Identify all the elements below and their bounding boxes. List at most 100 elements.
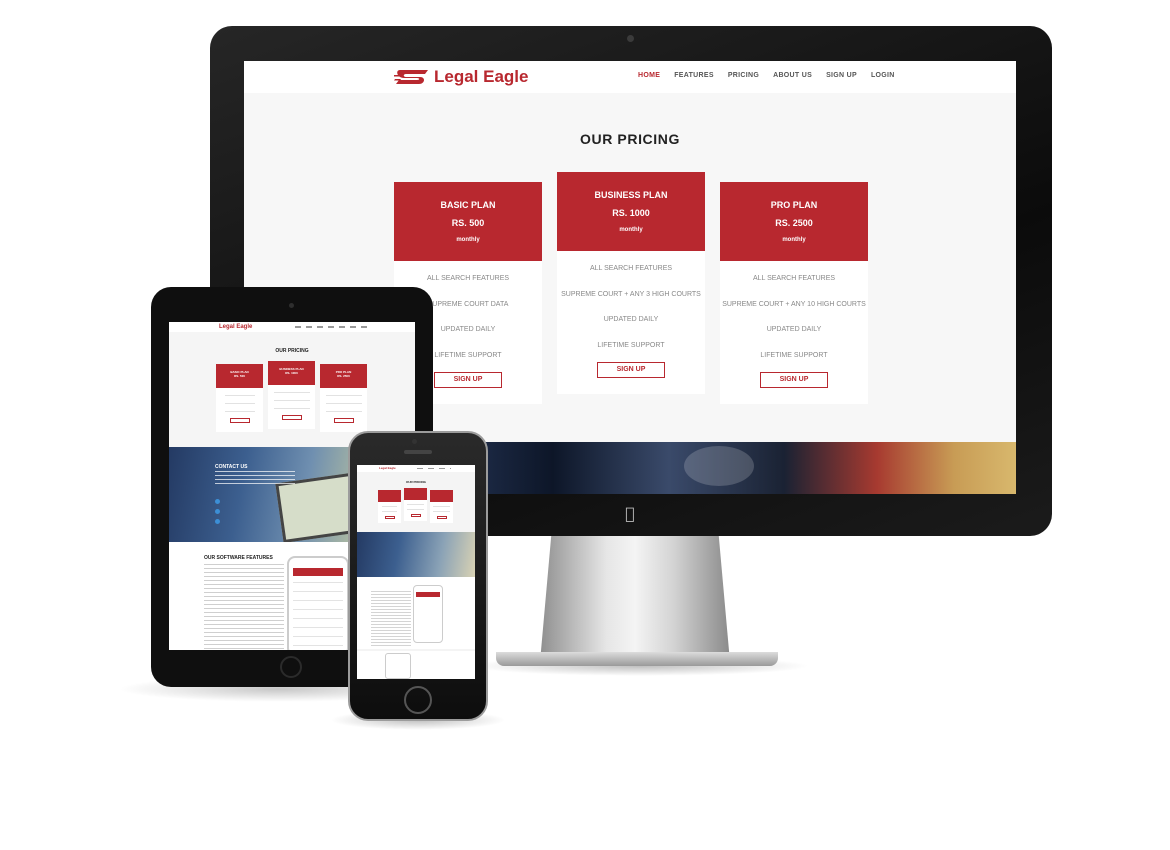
tablet-plan-card: PRO PLAN RS. 2500	[320, 364, 367, 432]
plan-header: BUSINESS PLAN RS. 1000 monthly	[557, 172, 705, 251]
phone-plan-header	[404, 488, 427, 500]
plan-feature: UPDATED DAILY	[603, 316, 659, 323]
plan-features: ALL SEARCH FEATURES SUPREME COURT + ANY …	[720, 261, 868, 388]
tablet-phone-header	[293, 568, 343, 576]
iphone-camera-icon	[412, 439, 417, 444]
phone-plan-feature	[382, 511, 397, 512]
sign-up-button[interactable]: SIGN UP	[434, 372, 502, 388]
brand[interactable]: Legal Eagle	[394, 66, 528, 88]
tablet-phone-mockup	[287, 556, 349, 650]
phone-plan-card	[430, 490, 453, 523]
tablet-contact-text	[215, 471, 295, 487]
phone-features-text	[371, 591, 411, 646]
tablet-plan-price: RS. 1000	[285, 371, 298, 375]
phone-icon	[215, 499, 220, 504]
phone-review-section	[357, 651, 475, 679]
plan-header: BASIC PLAN RS. 500 monthly	[394, 182, 542, 261]
tablet-plan-feature	[325, 403, 362, 404]
nav-sign-up[interactable]: SIGN UP	[826, 72, 857, 79]
plan-name: BASIC PLAN	[440, 200, 496, 210]
tablet-contact-title: CONTACT US	[215, 464, 248, 470]
plan-feature: UPDATED DAILY	[766, 326, 822, 333]
plan-feature: LIFETIME SUPPORT	[760, 351, 828, 359]
brand-name: Legal Eagle	[434, 67, 529, 86]
apple-logo-icon: 	[622, 505, 638, 523]
tablet-features-text	[204, 564, 284, 650]
phone-pricing-title: OUR PRICING	[405, 480, 426, 484]
plan-feature: SUPREME COURT + ANY 3 HIGH COURTS	[561, 290, 701, 298]
sign-up-button[interactable]: SIGN UP	[597, 362, 665, 378]
tablet-sign-up-button[interactable]	[229, 418, 250, 423]
phone-website-screen: Legal Eagle OUR PRICING	[357, 465, 475, 679]
phone-navbar: Legal Eagle	[357, 465, 475, 472]
nav-menu: HOME FEATURES PRICING ABOUT US SIGN UP L…	[638, 72, 895, 79]
plan-feature: ALL SEARCH FEATURES	[589, 265, 673, 272]
nav-about-us[interactable]: ABOUT US	[773, 72, 812, 79]
tablet-plan-price: RS. 500	[234, 374, 245, 378]
plan-name: PRO PLAN	[770, 200, 818, 210]
phone-contact-section	[357, 532, 475, 577]
phone-phone-mockup	[413, 585, 443, 643]
phone-plan-header	[378, 490, 401, 502]
plan-features: ALL SEARCH FEATURES SUPREME COURT + ANY …	[557, 251, 705, 378]
plan-price: RS. 2500	[775, 218, 813, 228]
phone-plan-header	[430, 490, 453, 502]
iphone-home-button	[404, 686, 432, 714]
plan-feature: SUPREME COURT + ANY 10 HIGH COURTS	[722, 300, 866, 308]
plan-period: monthly	[782, 237, 806, 243]
plan-card-business: BUSINESS PLAN RS. 1000 monthly ALL SEARC…	[557, 172, 705, 394]
phone-sign-up-button[interactable]	[410, 514, 421, 517]
phone-plan-card	[378, 490, 401, 523]
tablet-plan-feature	[273, 408, 310, 409]
phone-plan-feature	[382, 506, 397, 507]
tablet-plan-price: RS. 2500	[337, 374, 350, 378]
phone-sign-up-button[interactable]	[384, 516, 395, 519]
plan-period: monthly	[619, 227, 643, 233]
nav-login[interactable]: LOGIN	[871, 72, 895, 79]
tablet-plan-feature	[325, 395, 362, 396]
iphone-speaker	[404, 450, 432, 454]
tablet-plan-feature	[273, 392, 310, 393]
location-icon	[215, 519, 220, 524]
tablet-nav-menu	[295, 326, 367, 328]
sign-up-button[interactable]: SIGN UP	[760, 372, 828, 388]
imac-stand	[540, 534, 730, 662]
tablet-plan-feature	[224, 411, 255, 412]
phone-plan-card	[404, 488, 427, 521]
plan-price: RS. 1000	[612, 208, 650, 218]
phone-review-mockup	[385, 653, 411, 679]
tablet-sign-up-button[interactable]	[333, 418, 354, 423]
phone-features-section	[357, 577, 475, 649]
plan-feature: ALL SEARCH FEATURES	[752, 275, 836, 282]
ipad-camera-icon	[289, 303, 294, 308]
imac-foot	[496, 652, 778, 666]
tablet-plan-card: BASIC PLAN RS. 500	[216, 364, 263, 432]
tablet-plan-header: PRO PLAN RS. 2500	[320, 364, 367, 388]
phone-plan-feature	[407, 504, 424, 505]
tablet-plan-feature	[273, 400, 310, 401]
nav-pricing[interactable]: PRICING	[728, 72, 759, 79]
imac-camera-icon	[627, 35, 634, 42]
nav-features[interactable]: FEATURES	[674, 72, 714, 79]
hero-image-glow	[684, 446, 754, 486]
tablet-plan-card: BUSINESS PLAN RS. 1000	[268, 361, 315, 429]
tablet-plan-feature	[224, 395, 255, 396]
tablet-sign-up-button[interactable]	[281, 415, 302, 420]
tablet-navbar: Legal Eagle	[169, 322, 415, 332]
phone-sign-up-button[interactable]	[436, 516, 447, 519]
tablet-plan-header: BUSINESS PLAN RS. 1000	[268, 361, 315, 385]
plan-card-pro: PRO PLAN RS. 2500 monthly ALL SEARCH FEA…	[720, 182, 868, 404]
nav-home[interactable]: HOME	[638, 72, 660, 79]
plan-name: BUSINESS PLAN	[594, 190, 668, 200]
plan-price: RS. 500	[451, 218, 485, 228]
pricing-title: OUR PRICING	[580, 131, 680, 147]
tablet-phone-list	[293, 582, 343, 650]
plan-header: PRO PLAN RS. 2500 monthly	[720, 182, 868, 261]
phone-plan-feature	[433, 506, 450, 507]
phone-nav-menu	[417, 468, 451, 469]
tablet-plan-header: BASIC PLAN RS. 500	[216, 364, 263, 388]
phone-brand: Legal Eagle	[379, 466, 396, 470]
phone-plan-feature	[433, 511, 450, 512]
phone-phone-header	[416, 592, 440, 597]
email-icon	[215, 509, 220, 514]
